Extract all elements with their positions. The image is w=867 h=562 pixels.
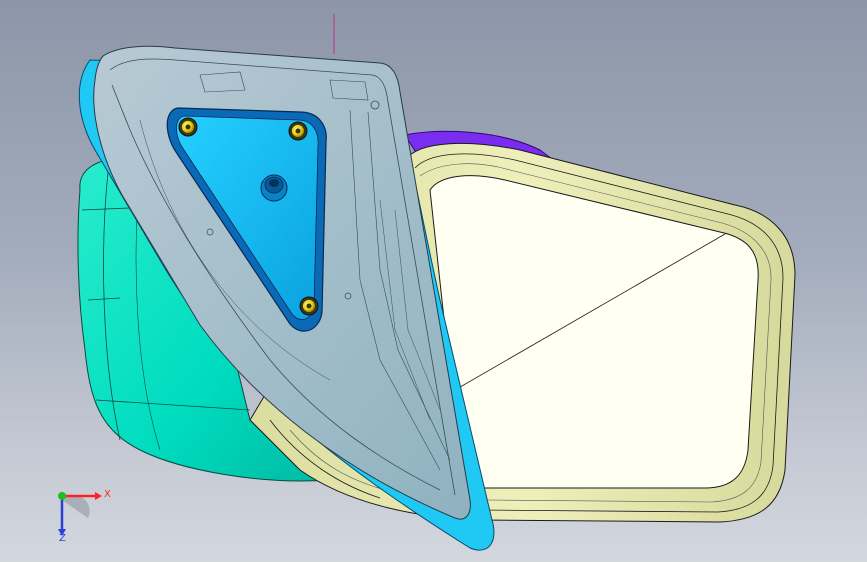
fastener-top-left [178, 117, 198, 137]
x-axis-label: X [104, 489, 111, 500]
cad-3d-viewport[interactable]: X Y Z [0, 0, 867, 562]
mirror-assembly-model[interactable] [0, 0, 867, 562]
y-axis-dot [58, 492, 66, 500]
coordinate-triad: X Y Z [44, 478, 114, 548]
fastener-bottom [299, 296, 319, 316]
fastener-top-right [288, 121, 308, 141]
z-axis-label: Z [59, 533, 66, 544]
